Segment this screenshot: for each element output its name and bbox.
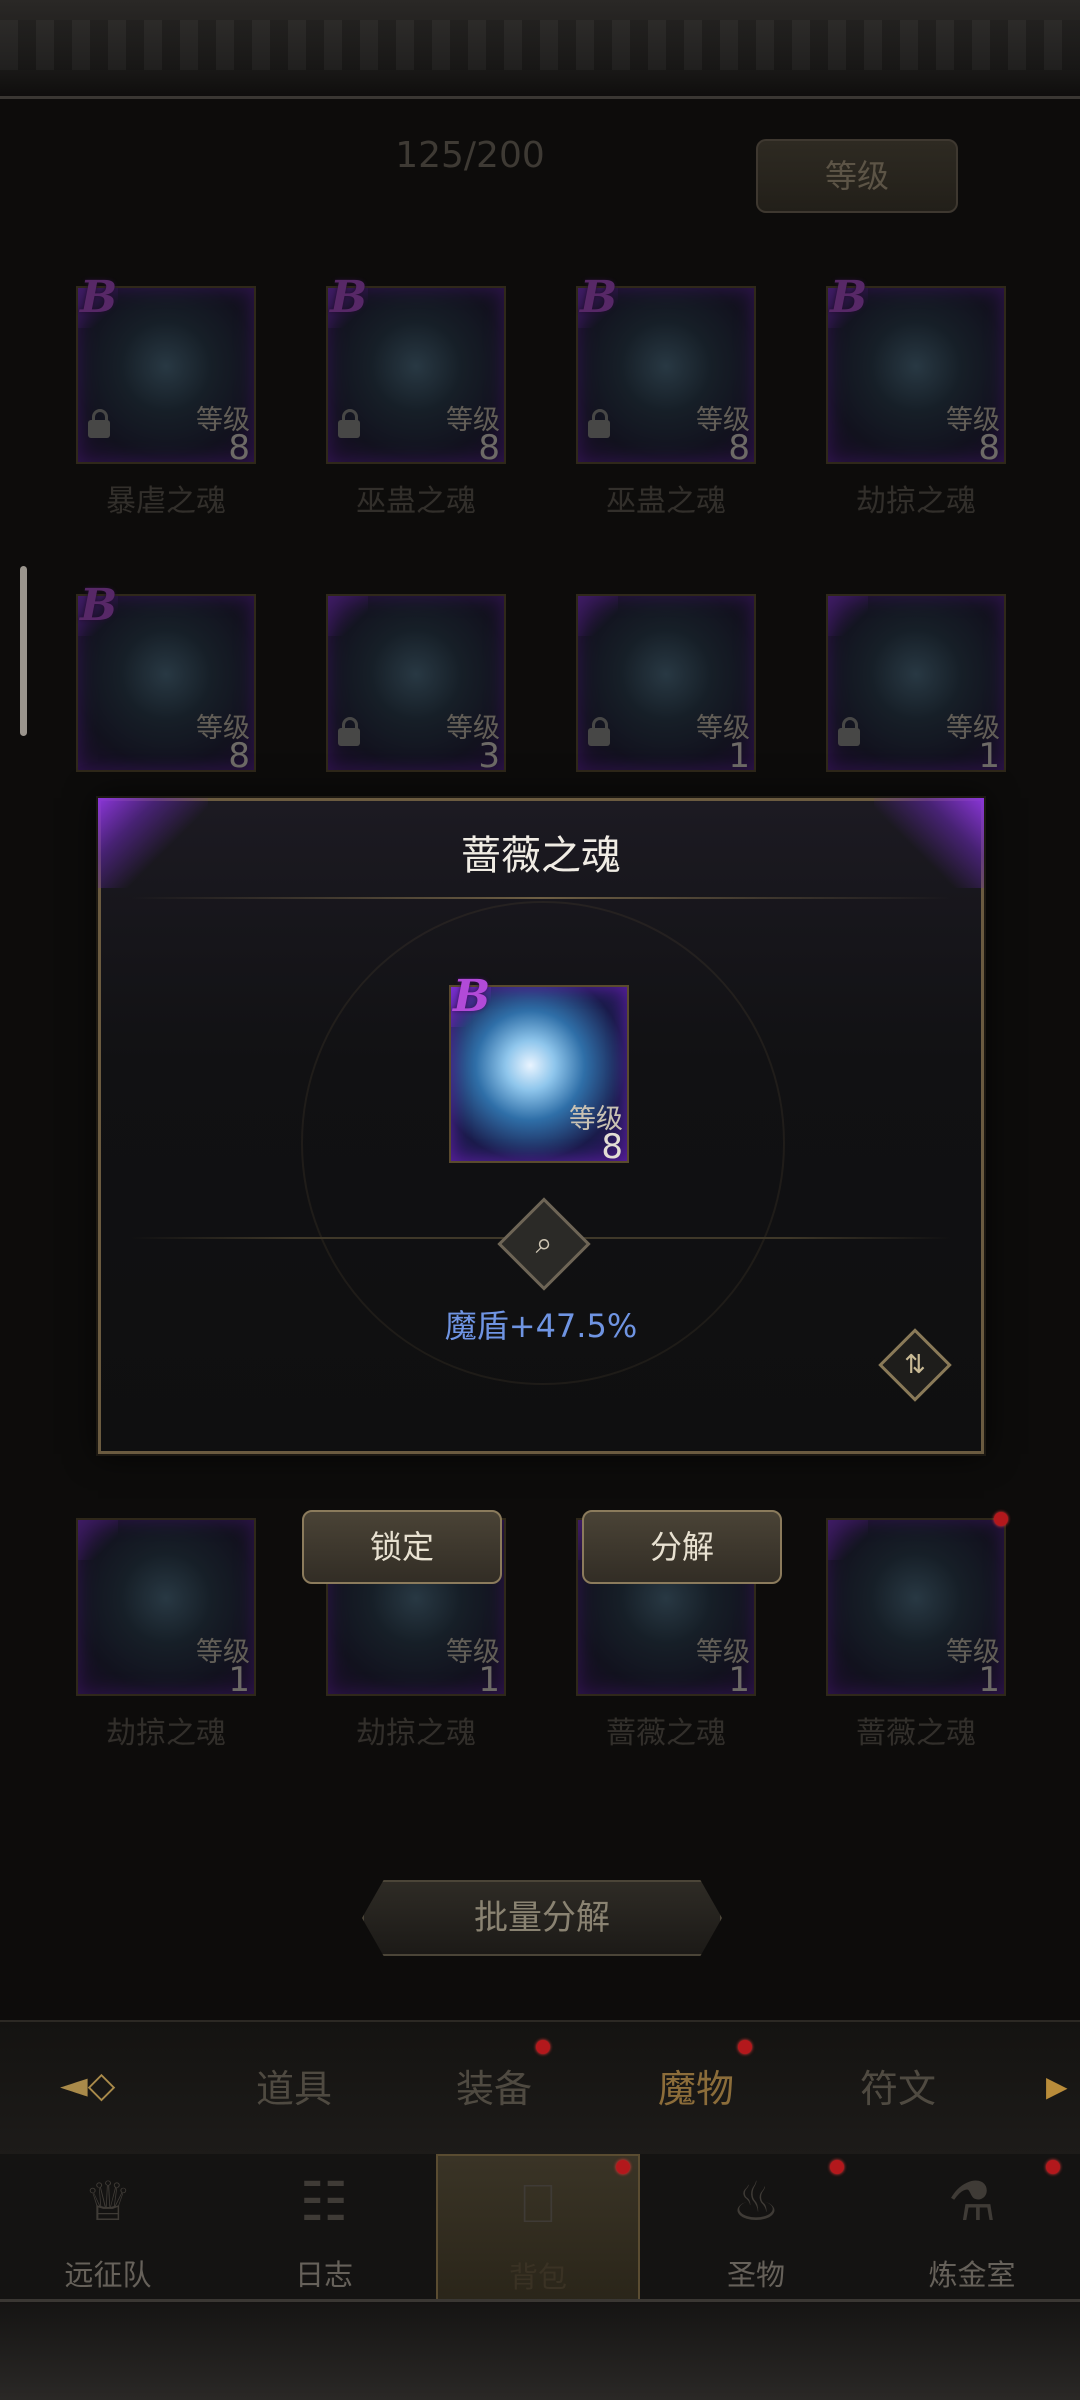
soul-card[interactable]: B 等级 8 bbox=[76, 580, 256, 776]
soul-card[interactable]: B 等级 8 bbox=[76, 272, 256, 468]
lock-icon bbox=[838, 717, 860, 746]
level-value: 1 bbox=[728, 1660, 750, 1700]
lock-button[interactable]: 锁定 bbox=[302, 1510, 502, 1584]
decompose-button[interactable]: 分解 bbox=[582, 1510, 782, 1584]
level-value: 8 bbox=[228, 736, 250, 776]
soul-detail-modal: 蔷薇之魂 B 等级 8 ⌕ 魔盾+47.5% ⇅ bbox=[98, 798, 984, 1454]
grade-badge: B bbox=[330, 272, 368, 323]
soul-name: 暴虐之魂 bbox=[106, 484, 226, 519]
level-value: 8 bbox=[478, 428, 500, 468]
chalice-icon: ♨ bbox=[731, 2170, 781, 2233]
soul-card[interactable]: 等级 1 bbox=[76, 1518, 256, 1700]
soul-name: 巫蛊之魂 bbox=[356, 484, 476, 519]
effect-text: 魔盾+47.5% bbox=[444, 1307, 638, 1345]
scrollbar[interactable] bbox=[20, 566, 27, 736]
top-frame bbox=[0, 0, 1080, 99]
modal-title: 蔷薇之魂 bbox=[461, 833, 621, 879]
back-arrow-icon[interactable]: ◄◇ bbox=[60, 2065, 160, 2106]
next-arrow-icon[interactable]: ▶ bbox=[1046, 2070, 1068, 2103]
tab-equipment[interactable]: 装备 bbox=[414, 2058, 574, 2113]
level-value: 8 bbox=[978, 428, 1000, 468]
level-value: 1 bbox=[478, 1660, 500, 1700]
nav-alchemy[interactable]: ⚗ 炼金室 bbox=[872, 2154, 1072, 2302]
level-value: 8 bbox=[728, 428, 750, 468]
nav-backpack[interactable]: ⎕ 背包 bbox=[436, 2154, 640, 2306]
lock-icon bbox=[588, 717, 610, 746]
grade-badge: B bbox=[80, 580, 118, 631]
divider bbox=[131, 897, 951, 899]
swap-icon: ⇅ bbox=[904, 1350, 926, 1380]
soul-card[interactable]: B 等级 8 bbox=[576, 272, 756, 468]
nav-relics[interactable]: ♨ 圣物 bbox=[656, 2154, 856, 2302]
soul-name: 蔷薇之魂 bbox=[606, 1716, 726, 1751]
tab-items[interactable]: 道具 bbox=[214, 2058, 374, 2113]
nav-label: 背包 bbox=[508, 2260, 567, 2294]
bulk-decompose-button[interactable]: 批量分解 bbox=[362, 1880, 722, 1956]
alchemy-icon: ⚗ bbox=[947, 2170, 997, 2233]
notification-badge bbox=[536, 2040, 550, 2054]
grade-badge: B bbox=[830, 272, 868, 323]
inventory-count: 125/200 bbox=[395, 135, 545, 176]
backpack-icon: ⎕ bbox=[521, 2172, 555, 2235]
tab-monsters[interactable]: 魔物 bbox=[616, 2058, 776, 2113]
level-value: 8 bbox=[601, 1127, 623, 1167]
scroll-icon: ☷ bbox=[299, 2170, 349, 2233]
grade-badge: B bbox=[453, 971, 491, 1022]
grade-badge: B bbox=[580, 272, 618, 323]
lock-icon bbox=[338, 717, 360, 746]
lock-icon bbox=[88, 409, 110, 438]
level-value: 8 bbox=[228, 428, 250, 468]
level-value: 1 bbox=[978, 1660, 1000, 1700]
soul-name: 劫掠之魂 bbox=[106, 1716, 226, 1751]
soul-card[interactable]: B 等级 8 bbox=[826, 272, 1006, 468]
soul-name: 劫掠之魂 bbox=[356, 1716, 476, 1751]
magnifier-icon: ⌕ bbox=[535, 1226, 553, 1261]
soul-card[interactable]: 等级 1 bbox=[576, 594, 756, 776]
notification-badge bbox=[616, 2160, 630, 2174]
tab-runes[interactable]: 符文 bbox=[818, 2058, 978, 2113]
detail-soul-card: B 等级 8 bbox=[449, 971, 629, 1167]
notification-badge bbox=[994, 1512, 1008, 1526]
lock-icon bbox=[588, 409, 610, 438]
level-value: 1 bbox=[228, 1660, 250, 1700]
notification-badge bbox=[1046, 2160, 1060, 2174]
nav-label: 圣物 bbox=[726, 2258, 785, 2292]
bottom-frame bbox=[0, 2299, 1080, 2400]
soul-card[interactable]: 等级 1 bbox=[826, 594, 1006, 776]
soul-name: 蔷薇之魂 bbox=[856, 1716, 976, 1751]
notification-badge bbox=[830, 2160, 844, 2174]
grade-badge: B bbox=[80, 272, 118, 323]
nav-label: 日志 bbox=[294, 2258, 353, 2292]
soul-card[interactable]: B 等级 8 bbox=[326, 272, 506, 468]
notification-badge bbox=[738, 2040, 752, 2054]
soul-name: 劫掠之魂 bbox=[856, 484, 976, 519]
lock-icon bbox=[338, 409, 360, 438]
nav-journal[interactable]: ☷ 日志 bbox=[224, 2154, 424, 2302]
soul-card[interactable]: 等级 1 bbox=[826, 1518, 1006, 1700]
nav-label: 炼金室 bbox=[928, 2258, 1016, 2292]
nav-label: 远征队 bbox=[64, 2258, 152, 2292]
soul-card[interactable]: 等级 3 bbox=[326, 594, 506, 776]
level-value: 3 bbox=[478, 736, 500, 776]
helmet-icon: ♕ bbox=[83, 2170, 133, 2233]
soul-name: 巫蛊之魂 bbox=[606, 484, 726, 519]
level-value: 1 bbox=[978, 736, 1000, 776]
nav-expedition[interactable]: ♕ 远征队 bbox=[8, 2154, 208, 2302]
sort-button[interactable]: 等级 bbox=[756, 139, 958, 213]
level-value: 1 bbox=[728, 736, 750, 776]
